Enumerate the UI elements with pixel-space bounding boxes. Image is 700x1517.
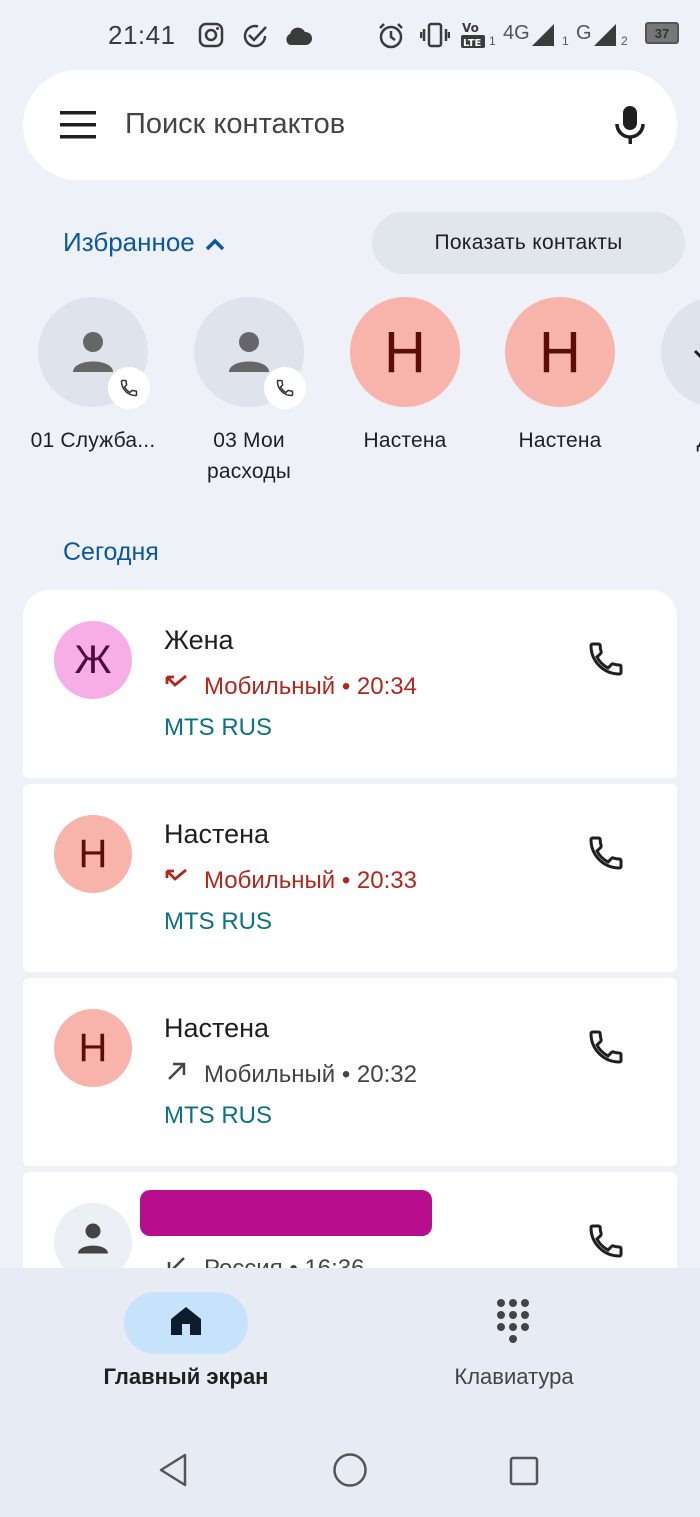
contact-name: Жена: [164, 625, 234, 655]
recents-icon[interactable]: [509, 1456, 539, 1491]
nav-keypad-label[interactable]: Клавиатура: [428, 1364, 600, 1390]
avatar[interactable]: Н: [54, 1009, 132, 1087]
volte-icon: Vo LTE: [460, 20, 488, 55]
status-time: 21:41: [108, 20, 176, 50]
alarm-icon: [377, 22, 405, 55]
phone-icon: [108, 367, 150, 409]
search-input[interactable]: Поиск контактов: [125, 108, 345, 141]
check-circle-icon: [241, 22, 269, 55]
call-type-time: Мобильный • 20:33: [204, 866, 417, 894]
favorite-item[interactable]: 03 Мои расходы: [171, 297, 327, 487]
home-icon: [169, 1305, 203, 1342]
svg-text:LTE: LTE: [463, 38, 482, 49]
favorite-name: 03 Мои расходы: [206, 429, 292, 483]
favorites-toggle[interactable]: Избранное: [63, 227, 225, 258]
avatar: Н: [505, 297, 615, 407]
call-details: Мобильный • 20:33: [164, 866, 417, 895]
instagram-icon: [198, 22, 224, 53]
call-button[interactable]: [581, 830, 631, 880]
add-icon: [691, 347, 700, 372]
section-title-today: Сегодня: [63, 538, 159, 566]
nav-home-label[interactable]: Главный экран: [100, 1364, 272, 1390]
add-favorite-item[interactable]: Доб: [638, 297, 700, 456]
contact-name: Настена: [164, 819, 270, 849]
keypad-icon[interactable]: [485, 1298, 541, 1351]
missed-call-icon: [164, 672, 190, 701]
call-button[interactable]: [581, 1024, 631, 1074]
call-carrier: MTS RUS: [164, 714, 272, 741]
mic-icon[interactable]: [613, 104, 647, 151]
home-circle-icon[interactable]: [332, 1452, 368, 1493]
phone-icon: [586, 1221, 626, 1266]
system-navigation: [0, 1418, 700, 1517]
menu-icon[interactable]: [60, 110, 96, 140]
phone-icon: [586, 833, 626, 878]
status-bar: 21:41 Vo LTE 1 4G 1 G 2 37: [0, 0, 700, 70]
signal-icon: [530, 22, 556, 53]
call-details: Мобильный • 20:34: [164, 672, 417, 701]
phone-icon: [264, 367, 306, 409]
call-button[interactable]: [581, 636, 631, 686]
favorites-strip: 01 Служба... 03 Мои расходы Н Настена Н …: [0, 297, 700, 507]
bottom-navigation: Главный экран Клавиатура: [0, 1268, 700, 1418]
battery-icon: 37: [645, 22, 679, 44]
back-icon[interactable]: [157, 1452, 189, 1493]
show-contacts-button[interactable]: Показать контакты: [372, 212, 685, 274]
call-type-time: Мобильный • 20:34: [204, 672, 417, 700]
missed-call-icon: [164, 866, 190, 895]
outgoing-call-icon: [164, 1060, 190, 1089]
call-type-time: Мобильный • 20:32: [204, 1060, 417, 1088]
call-log-item[interactable]: Н Настена Мобильный • 20:33 MTS RUS: [23, 784, 677, 972]
call-log-item[interactable]: Н Настена Мобильный • 20:32 MTS RUS: [23, 978, 677, 1166]
signal-icon: [592, 22, 618, 53]
call-log-item[interactable]: Ж Жена Мобильный • 20:34 MTS RUS: [23, 590, 677, 778]
call-button[interactable]: [581, 1218, 631, 1268]
favorite-item[interactable]: Н Настена: [482, 297, 638, 456]
vibrate-icon: [419, 22, 451, 53]
redacted-contact-name: [140, 1190, 432, 1236]
svg-text:Vo: Vo: [462, 21, 479, 35]
contact-name: Настена: [164, 1013, 270, 1043]
call-list: Ж Жена Мобильный • 20:34 MTS RUS Н Насте…: [23, 590, 677, 1270]
person-icon: [225, 326, 273, 379]
call-log-item[interactable]: Россия • 16:36: [23, 1172, 677, 1270]
favorites-title: Избранное: [63, 227, 195, 257]
person-icon: [69, 326, 117, 379]
favorite-name: 01 Служба...: [30, 429, 156, 452]
chevron-up-icon: [205, 227, 225, 258]
call-carrier: MTS RUS: [164, 1102, 272, 1129]
favorite-name: Настена: [363, 429, 447, 452]
avatar: [194, 297, 306, 409]
person-icon: [75, 1219, 111, 1265]
favorite-name: Настена: [518, 429, 602, 452]
search-bar[interactable]: Поиск контактов: [23, 70, 677, 180]
favorite-item[interactable]: Н Настена: [327, 297, 483, 456]
phone-icon: [586, 639, 626, 684]
nav-home-button[interactable]: [124, 1292, 248, 1354]
favorite-item[interactable]: 01 Служба...: [15, 297, 171, 456]
call-details: Мобильный • 20:32: [164, 1060, 417, 1089]
phone-icon: [586, 1027, 626, 1072]
avatar: [38, 297, 150, 409]
cloud-icon: [283, 26, 313, 51]
avatar: [661, 297, 700, 407]
avatar[interactable]: Ж: [54, 621, 132, 699]
avatar[interactable]: [54, 1203, 132, 1270]
avatar: Н: [350, 297, 460, 407]
call-carrier: MTS RUS: [164, 908, 272, 935]
favorite-name: Доб: [638, 425, 700, 456]
avatar[interactable]: Н: [54, 815, 132, 893]
